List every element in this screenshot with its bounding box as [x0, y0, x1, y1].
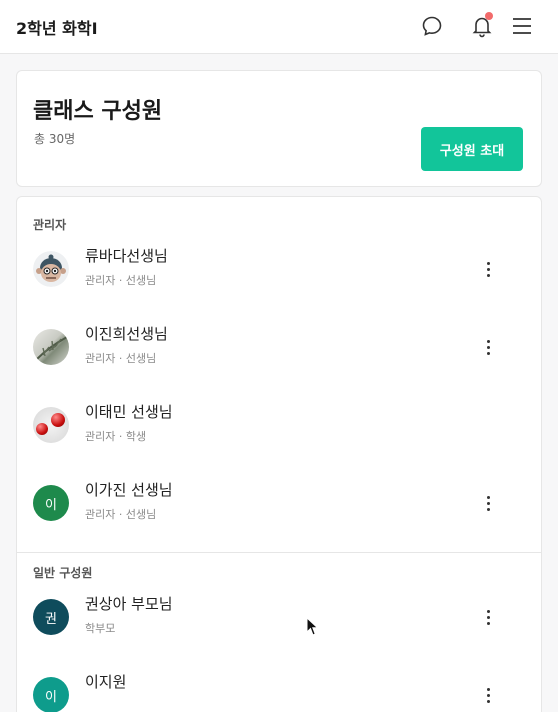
- plant-photo-avatar: [36, 336, 68, 360]
- notification-dot: [485, 12, 493, 20]
- more-vertical-icon: [486, 495, 490, 499]
- avatar: 이: [33, 677, 69, 712]
- more-options-button[interactable]: [479, 489, 497, 517]
- member-row[interactable]: 이 이지원: [17, 665, 541, 712]
- member-row[interactable]: 류바다선생님 관리자 · 선생님: [17, 239, 541, 299]
- notifications-button[interactable]: [468, 12, 496, 40]
- avatar: [33, 251, 69, 287]
- top-app-bar: 2학년 화학I: [0, 0, 558, 54]
- member-row[interactable]: 이진희선생님 관리자 · 선생님: [17, 317, 541, 377]
- monkey-avatar-icon: [33, 251, 69, 287]
- red-ball-image: [36, 423, 48, 435]
- member-name: 권상아 부모님: [85, 595, 173, 613]
- member-role: 관리자 · 선생님: [85, 508, 157, 521]
- section-label-general: 일반 구성원: [33, 566, 93, 580]
- section-label-admin: 관리자: [33, 218, 67, 232]
- member-name: 류바다선생님: [85, 247, 168, 265]
- more-options-button[interactable]: [479, 681, 497, 709]
- member-name: 이진희선생님: [85, 325, 168, 343]
- member-name: 이태민 선생님: [85, 403, 173, 421]
- menu-button[interactable]: [508, 12, 536, 40]
- member-role: 관리자 · 선생님: [85, 352, 157, 365]
- more-options-button[interactable]: [479, 603, 497, 631]
- class-title: 2학년 화학I: [16, 19, 98, 38]
- more-vertical-icon: [486, 687, 490, 691]
- red-ball-image: [51, 413, 65, 427]
- more-vertical-icon: [486, 609, 490, 613]
- more-vertical-icon: [486, 339, 490, 343]
- member-role: 관리자 · 학생: [85, 430, 147, 443]
- hamburger-menu-icon: [513, 18, 531, 34]
- chat-bubble-icon: [422, 16, 442, 36]
- member-role: 관리자 · 선생님: [85, 274, 157, 287]
- avatar: 권: [33, 599, 69, 635]
- member-count: 총 30명: [34, 132, 76, 146]
- section-divider: [17, 552, 541, 553]
- avatar: [33, 407, 69, 443]
- invite-member-button[interactable]: 구성원 초대: [421, 127, 523, 171]
- more-options-button[interactable]: [479, 255, 497, 283]
- more-options-button[interactable]: [479, 333, 497, 361]
- class-members-header-card: 클래스 구성원 총 30명 구성원 초대: [16, 70, 542, 187]
- member-name: 이가진 선생님: [85, 481, 173, 499]
- mouse-cursor-icon: [306, 617, 319, 636]
- page-title: 클래스 구성원: [33, 99, 163, 124]
- member-name: 이지원: [85, 673, 127, 691]
- avatar: [33, 329, 69, 365]
- more-vertical-icon: [486, 261, 490, 265]
- chat-button[interactable]: [418, 12, 446, 40]
- member-list-card: 관리자 류바다선생님 관리자 · 선생님 이진희선생님 관리자 · 선생님 이태…: [16, 196, 542, 712]
- member-row[interactable]: 권 권상아 부모님 학부모: [17, 587, 541, 647]
- avatar: 이: [33, 485, 69, 521]
- member-row[interactable]: 이 이가진 선생님 관리자 · 선생님: [17, 473, 541, 533]
- member-role: 학부모: [85, 622, 116, 635]
- member-row[interactable]: 이태민 선생님 관리자 · 학생: [17, 395, 541, 455]
